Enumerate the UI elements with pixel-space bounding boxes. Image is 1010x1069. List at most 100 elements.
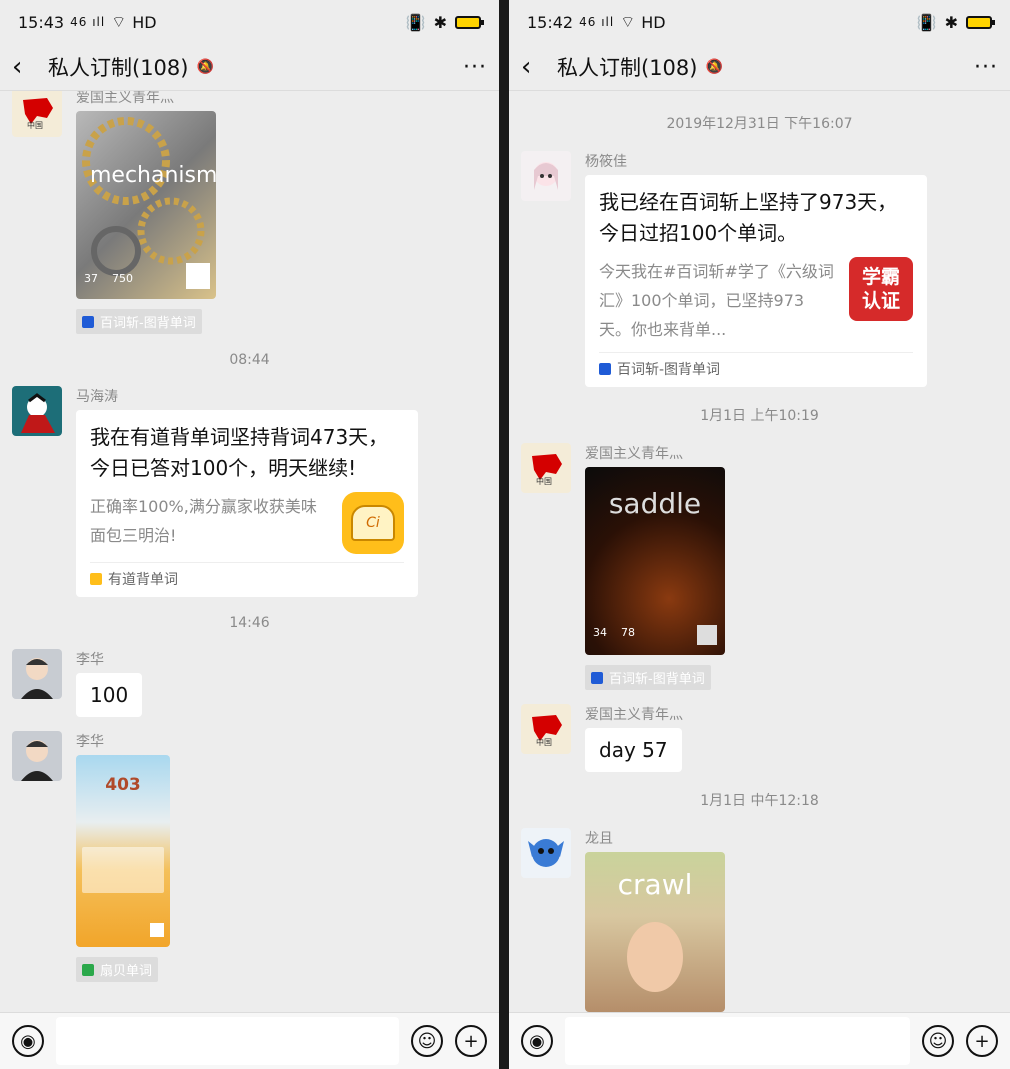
shared-image[interactable]: crawl (585, 852, 725, 1012)
message-input[interactable] (56, 1017, 399, 1065)
sender-name: 马海涛 (76, 389, 118, 405)
shared-image[interactable]: mechanism 37 750 (76, 111, 216, 299)
status-bar: 15:43 46 ıll ⌔ HD 📳 ✱ (0, 0, 499, 44)
timestamp: 14:46 (229, 615, 270, 631)
avatar[interactable] (12, 386, 62, 436)
card-description: 今天我在#百词斩#学了《六级词汇》100个单词，已坚持973天。你也来背单... (599, 262, 834, 339)
app-source-label: 百词斩-图背单词 (100, 316, 196, 331)
input-bar: ◉ ☺ + (509, 1012, 1010, 1069)
text-bubble[interactable]: day 57 (585, 728, 682, 772)
card-title: 我在有道背单词坚持背词473天，今日已答对100个，明天继续! (90, 425, 389, 480)
link-card[interactable]: 我已经在百词斩上坚持了973天，今日过招100个单词。 今天我在#百词斩#学了《… (585, 175, 927, 387)
more-icon[interactable]: ··· (463, 55, 487, 80)
avatar[interactable] (12, 731, 62, 781)
baicizhan-icon (599, 363, 611, 375)
image-word: saddle (608, 487, 702, 520)
voice-icon[interactable]: ◉ (521, 1025, 553, 1057)
signal-icon: 46 ıll (579, 15, 615, 29)
app-source-label: 百词斩-图背单词 (609, 672, 705, 687)
avatar[interactable] (12, 649, 62, 699)
sender-name: 爱国主义青年灬 (585, 446, 683, 462)
timestamp: 1月1日 中午12:18 (700, 793, 819, 809)
baicizhan-icon (82, 315, 94, 328)
more-icon[interactable]: ··· (974, 55, 998, 80)
plus-icon[interactable]: + (455, 1025, 487, 1057)
message-item: 李华 403 扇贝单词 (0, 731, 499, 982)
youdao-app-icon: Ci (342, 492, 404, 554)
chat-header: ‹ 私人订制(108) 🔕 ··· (509, 44, 1010, 91)
shanbay-icon (82, 963, 94, 976)
chat-screen-left: 15:43 46 ıll ⌔ HD 📳 ✱ ‹ 私人订制(108) 🔕 ··· … (0, 0, 499, 1069)
badge-line2: 认证 (861, 290, 900, 312)
shared-image[interactable]: 403 (76, 755, 170, 947)
card-description: 正确率100%,满分赢家收获美味面包三明治! (90, 497, 317, 545)
status-time: 15:42 (527, 12, 574, 32)
avatar[interactable]: 中国 (521, 443, 571, 493)
signal-icon: 46 ıll (70, 15, 106, 29)
timestamp: 08:44 (229, 352, 270, 368)
app-source-label: 扇贝单词 (100, 964, 153, 979)
back-icon[interactable]: ‹ (521, 52, 549, 82)
sender-name: 李华 (76, 734, 104, 750)
wifi-icon: ⌔ (620, 12, 636, 31)
message-list[interactable]: 2019年12月31日 下午16:07 杨筱佳 我已经在百词斩上坚持了973天，… (509, 91, 1010, 1013)
vibrate-icon: 📳 (405, 12, 426, 32)
image-number: 403 (105, 775, 141, 795)
sender-name: 爱国主义青年灬 (76, 91, 174, 106)
card-source-label: 有道背单词 (108, 572, 178, 588)
card-source: 百词斩-图背单词 (599, 352, 913, 379)
sender-name: 李华 (76, 652, 104, 668)
voice-icon[interactable]: ◉ (12, 1025, 44, 1057)
image-word: crawl (617, 868, 693, 901)
image-number: 37 (84, 272, 98, 285)
app-source-tag[interactable]: 百词斩-图背单词 (76, 309, 202, 334)
emoji-icon[interactable]: ☺ (411, 1025, 443, 1057)
message-item: 李华 100 (0, 649, 499, 717)
back-icon[interactable]: ‹ (12, 52, 40, 82)
battery-icon (455, 15, 484, 29)
shared-image[interactable]: saddle 34 78 (585, 467, 725, 655)
mute-icon: 🔕 (705, 59, 723, 75)
xueba-badge-icon: 学霸 认证 (849, 257, 913, 321)
network-label: HD (132, 12, 157, 32)
emoji-icon[interactable]: ☺ (922, 1025, 954, 1057)
timestamp: 1月1日 上午10:19 (700, 408, 819, 424)
chat-header: ‹ 私人订制(108) 🔕 ··· (0, 44, 499, 91)
chat-title: 私人订制(108) (557, 56, 698, 80)
status-bar: 15:42 46 ıll ⌔ HD 📳 ✱ (509, 0, 1010, 44)
chat-screen-right: 15:42 46 ıll ⌔ HD 📳 ✱ ‹ 私人订制(108) 🔕 ··· … (509, 0, 1010, 1069)
message-item: 马海涛 我在有道背单词坚持背词473天，今日已答对100个，明天继续! 正确率1… (0, 386, 499, 597)
card-source: 有道背单词 (90, 562, 404, 589)
message-list[interactable]: 中国 爱国主义青年灬 mechanism 37 750 百词斩-图背单词 08:… (0, 91, 499, 1013)
youdao-small-icon (90, 573, 102, 585)
image-word: mechanism (90, 163, 216, 188)
wifi-icon: ⌔ (111, 12, 127, 31)
image-number: 34 (593, 626, 607, 639)
plus-icon[interactable]: + (966, 1025, 998, 1057)
image-number: 750 (112, 272, 133, 285)
message-item: 中国 爱国主义青年灬 mechanism 37 750 百词斩-图背单词 (0, 91, 499, 334)
status-time: 15:43 (18, 12, 65, 32)
avatar[interactable]: 中国 (521, 704, 571, 754)
svg-text:中国: 中国 (27, 120, 43, 130)
mute-icon: 🔕 (196, 59, 214, 75)
sender-name: 龙且 (585, 831, 613, 847)
avatar[interactable] (521, 151, 571, 201)
bluetooth-icon: ✱ (944, 12, 958, 32)
message-item: 中国 爱国主义青年灬 saddle 34 78 百词斩-图背单词 (509, 443, 1010, 690)
text-bubble[interactable]: 100 (76, 673, 143, 717)
message-input[interactable] (565, 1017, 910, 1065)
svg-text:中国: 中国 (536, 476, 552, 486)
app-source-tag[interactable]: 扇贝单词 (76, 957, 159, 982)
app-source-tag[interactable]: 百词斩-图背单词 (585, 665, 711, 690)
badge-line1: 学霸 (861, 266, 900, 288)
sender-name: 杨筱佳 (585, 154, 627, 170)
sender-name: 爱国主义青年灬 (585, 707, 683, 723)
image-number: 78 (621, 626, 635, 639)
chat-title: 私人订制(108) (48, 56, 189, 80)
bluetooth-icon: ✱ (433, 12, 447, 32)
avatar[interactable]: 中国 (12, 91, 62, 137)
battery-icon (966, 15, 995, 29)
link-card[interactable]: 我在有道背单词坚持背词473天，今日已答对100个，明天继续! 正确率100%,… (76, 410, 418, 597)
avatar[interactable] (521, 828, 571, 878)
